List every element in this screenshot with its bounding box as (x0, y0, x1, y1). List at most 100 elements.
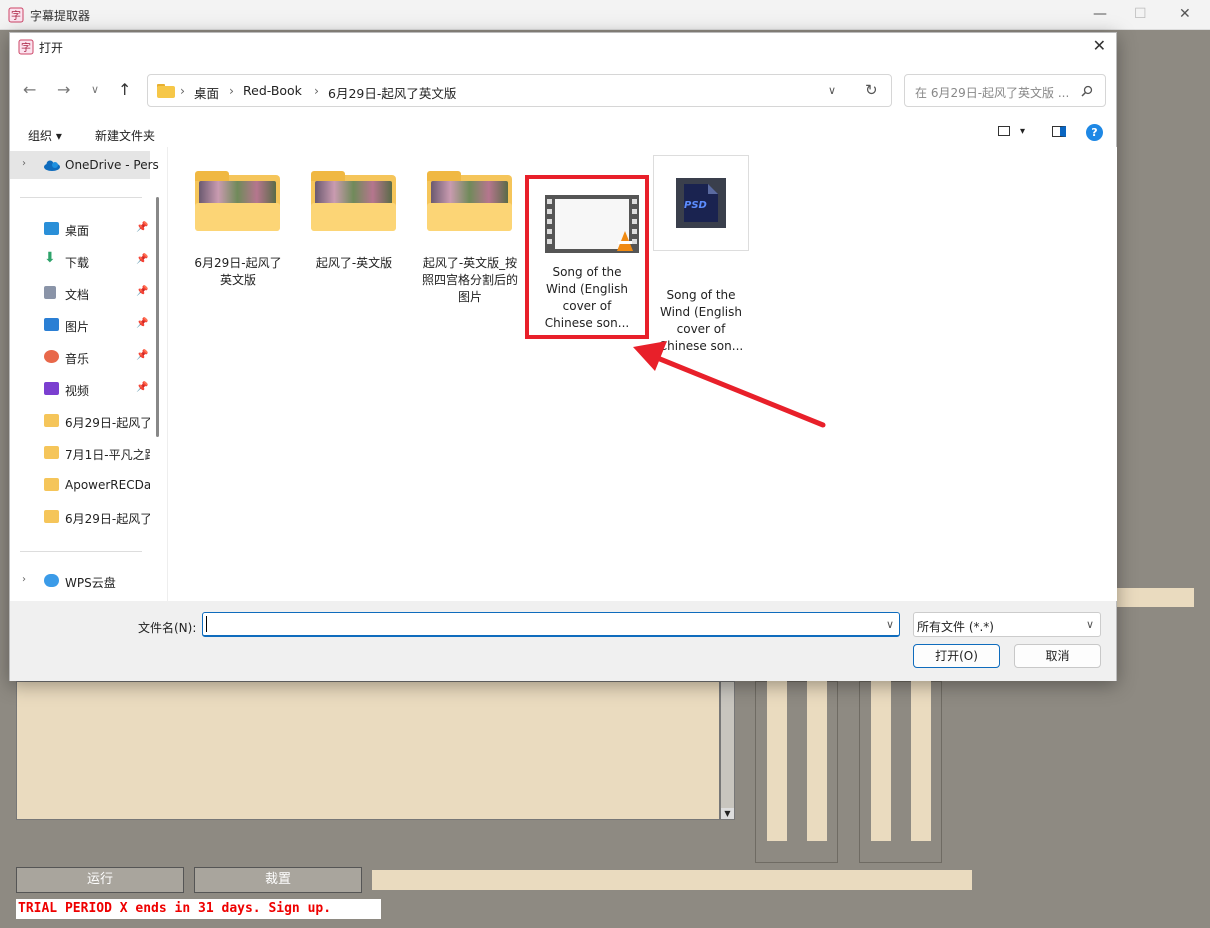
subtitle-text-area[interactable] (16, 681, 720, 820)
sidebar-item-videos[interactable]: 视频 📌 (10, 375, 150, 403)
search-box[interactable]: 在 6月29日-起风了英文版 ... (904, 74, 1106, 107)
search-placeholder: 在 6月29日-起风了英文版 ... (915, 86, 1070, 100)
text-cursor (206, 616, 207, 632)
breadcrumb-item[interactable]: 桌面 (194, 83, 219, 102)
sidebar-item-music[interactable]: 音乐 📌 (10, 343, 150, 371)
pin-icon: 📌 (136, 350, 149, 361)
file-name: 起风了-英文版 (315, 256, 393, 270)
file-item-folder[interactable]: 起风了-英文版 (304, 167, 404, 307)
file-item-psd[interactable]: PSD (653, 155, 749, 251)
breadcrumb-separator: › (180, 83, 185, 98)
video-icon (44, 382, 59, 395)
folder-icon (157, 84, 175, 98)
folder-icon (44, 478, 59, 491)
sidebar-item-desktop[interactable]: 桌面 📌 (10, 215, 150, 243)
pictures-icon (44, 318, 59, 331)
preview-pane-icon[interactable] (1052, 126, 1066, 137)
file-item-video[interactable]: Song of the Wind (English cover of Chine… (532, 182, 642, 332)
folder-icon (44, 414, 59, 427)
address-bar[interactable]: › 桌面 › Red-Book › 6月29日-起风了英文版 ∨ ↻ (147, 74, 892, 107)
sidebar-item-folder[interactable]: 7月1日-平凡之路 (10, 439, 150, 467)
recent-chevron-icon[interactable]: ∨ (91, 83, 99, 96)
open-file-dialog: 字 打开 ✕ ← → ∨ ↑ › 桌面 › Red-Book › 6月29日-起… (9, 32, 1117, 681)
open-button[interactable]: 打开(O) (913, 644, 1000, 668)
refresh-icon[interactable]: ↻ (865, 81, 878, 99)
document-icon (44, 286, 56, 299)
expand-chevron-icon[interactable]: › (22, 574, 26, 585)
file-name: Song of the Wind (English cover of Chine… (544, 265, 630, 330)
filename-label: 文件名(N): (138, 621, 197, 635)
chevron-down-icon: ∨ (1086, 618, 1095, 631)
breadcrumb-separator: › (314, 83, 319, 98)
slider-track[interactable] (871, 681, 891, 841)
app-titlebar (0, 0, 1210, 30)
view-dropdown-icon[interactable]: ▾ (1020, 126, 1025, 137)
download-icon: ⬇ (44, 250, 56, 266)
sidebar-item-documents[interactable]: 文档 📌 (10, 279, 150, 307)
expand-chevron-icon[interactable]: › (22, 158, 26, 169)
sidebar-item-label: OneDrive - Pers (65, 158, 159, 172)
organize-menu[interactable]: 组织 ▾ (28, 127, 62, 144)
pin-icon: 📌 (136, 254, 149, 265)
text-scrollbar[interactable] (720, 681, 735, 820)
sidebar-scrollbar[interactable] (156, 197, 159, 437)
divider (20, 551, 142, 552)
file-type-value: 所有文件 (*.*) (917, 620, 994, 634)
file-list: 6月29日-起风了英文版 起风了-英文版 起风了-英文版_按照四宫格分割后的图片… (167, 147, 1117, 601)
dialog-app-icon: 字 (18, 39, 34, 55)
sidebar-item-folder[interactable]: ApowerRECDa (10, 471, 150, 499)
filename-dropdown-icon[interactable]: ∨ (886, 618, 894, 631)
pin-icon: 📌 (136, 318, 149, 329)
scroll-down-icon[interactable]: ▼ (721, 808, 734, 819)
crop-button[interactable]: 裁置 (194, 867, 362, 893)
sidebar-item-folder[interactable]: 6月29日-起风了 (10, 407, 150, 435)
dialog-close-icon[interactable]: ✕ (1093, 36, 1106, 55)
filename-input[interactable]: ∨ (202, 612, 900, 637)
progress-strip (1117, 588, 1194, 607)
run-button[interactable]: 运行 (16, 867, 184, 893)
navigation-pane: › OneDrive - Pers 桌面 📌 ⬇ 下载 📌 文档 📌 图片 📌 音乐 📌 视… (10, 147, 165, 601)
status-bar (372, 870, 972, 890)
file-item-folder[interactable]: 起风了-英文版_按照四宫格分割后的图片 (420, 167, 520, 307)
address-dropdown-icon[interactable]: ∨ (828, 84, 836, 97)
new-folder-button[interactable]: 新建文件夹 (95, 127, 155, 144)
folder-thumbnail-icon (427, 171, 512, 231)
sidebar-item-downloads[interactable]: ⬇ 下载 📌 (10, 247, 150, 275)
folder-icon (44, 446, 59, 459)
divider (20, 197, 142, 198)
app-close-icon[interactable]: ✕ (1179, 6, 1191, 22)
svg-text:字: 字 (11, 9, 21, 22)
sidebar-item-folder[interactable]: 6月29日-起风了 (10, 503, 150, 531)
svg-text:字: 字 (21, 41, 31, 54)
file-item-folder[interactable]: 6月29日-起风了英文版 (188, 167, 288, 307)
back-arrow-icon[interactable]: ← (23, 80, 36, 99)
pin-icon: 📌 (136, 382, 149, 393)
desktop-icon (44, 222, 59, 235)
breadcrumb-item[interactable]: 6月29日-起风了英文版 (328, 83, 456, 102)
pin-icon: 📌 (136, 286, 149, 297)
folder-icon (44, 510, 59, 523)
sidebar-item-pictures[interactable]: 图片 📌 (10, 311, 150, 339)
help-icon[interactable]: ? (1086, 124, 1103, 141)
file-type-select[interactable]: 所有文件 (*.*) ∨ (913, 612, 1101, 637)
slider-track[interactable] (767, 681, 787, 841)
search-icon[interactable] (1081, 85, 1093, 97)
minimize-icon[interactable]: — (1093, 6, 1107, 22)
sidebar-item-onedrive[interactable]: › OneDrive - Pers (10, 151, 159, 179)
breadcrumb-separator: › (229, 83, 234, 98)
slider-track[interactable] (807, 681, 827, 841)
dialog-title: 打开 (39, 41, 64, 55)
trial-banner[interactable]: TRIAL PERIOD X ends in 31 days. Sign up. (16, 899, 381, 919)
maximize-icon[interactable]: ☐ (1134, 6, 1147, 22)
forward-arrow-icon[interactable]: → (57, 80, 70, 99)
up-arrow-icon[interactable]: ↑ (118, 80, 131, 99)
breadcrumb-item[interactable]: Red-Book (243, 83, 302, 98)
slider-track[interactable] (911, 681, 931, 841)
cancel-button[interactable]: 取消 (1014, 644, 1101, 668)
view-mode-icon[interactable] (998, 126, 1010, 136)
sidebar-item-wps[interactable]: › WPS云盘 (10, 567, 150, 595)
wps-cloud-icon (44, 574, 59, 587)
folder-thumbnail-icon (195, 171, 280, 231)
pin-icon: 📌 (136, 222, 149, 233)
app-title: 字幕提取器 (30, 9, 91, 23)
